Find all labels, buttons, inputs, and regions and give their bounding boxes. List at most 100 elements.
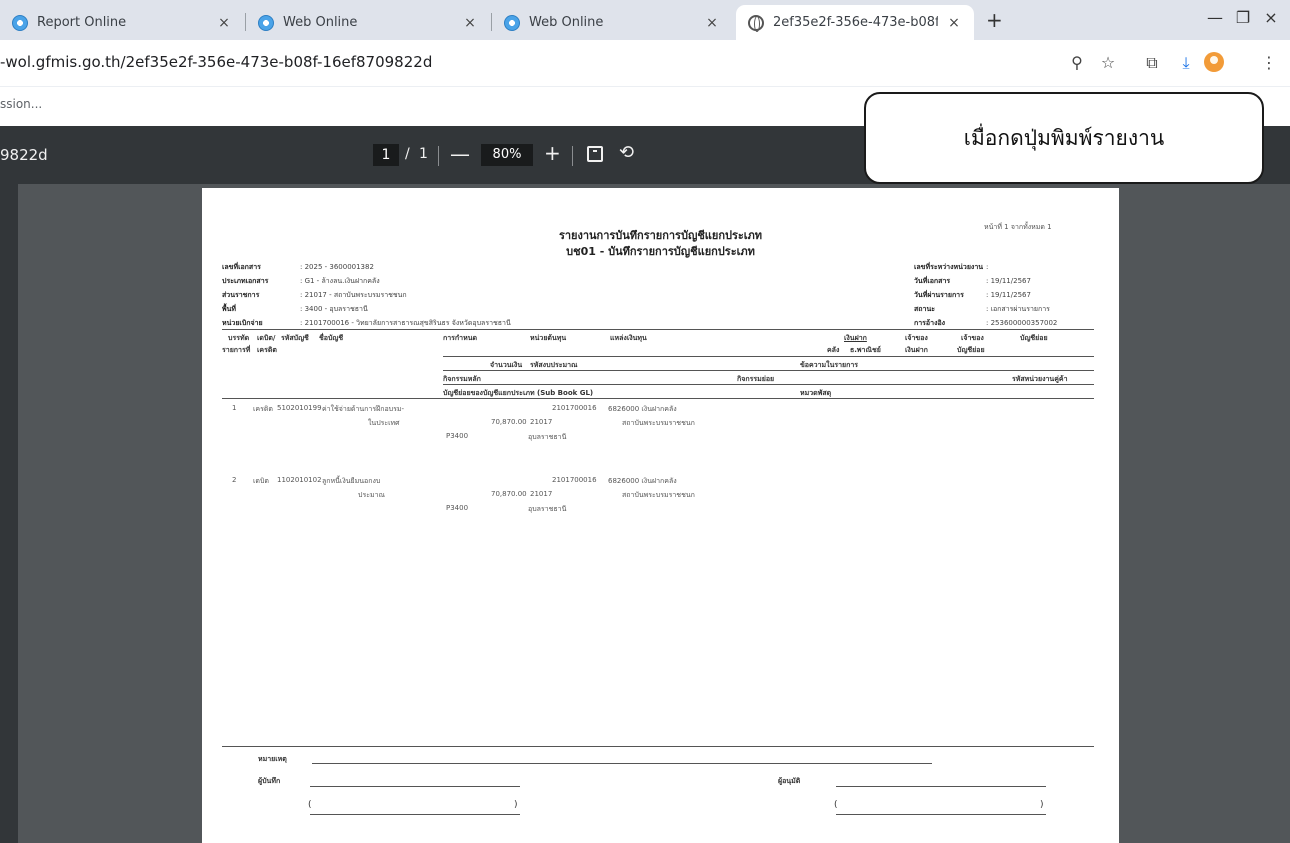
recorder-name-line bbox=[310, 814, 520, 815]
tab-report-online[interactable]: Report Online × bbox=[0, 5, 244, 40]
meta-value: : 2101700016 - วิทยาลัยการสาธารณสุขสิริน… bbox=[300, 319, 511, 327]
meta-label: ประเภทเอกสาร bbox=[222, 277, 269, 285]
row-account-code: 5102010199 bbox=[277, 404, 322, 412]
approver-name-line bbox=[836, 814, 1046, 815]
tab-close-icon[interactable]: × bbox=[462, 15, 478, 31]
bookmark-star-icon[interactable]: ☆ bbox=[1097, 53, 1119, 72]
new-tab-button[interactable]: + bbox=[986, 8, 1003, 32]
header-owner-deposit2: เงินฝาก bbox=[905, 346, 928, 354]
close-window-button[interactable]: × bbox=[1256, 8, 1286, 27]
tab-web-online-1[interactable]: Web Online × bbox=[246, 5, 490, 40]
meta-value: : 19/11/2567 bbox=[986, 291, 1031, 299]
tab-label: Web Online bbox=[283, 15, 358, 30]
callout-text: เมื่อกดปุ่มพิมพ์รายงาน bbox=[963, 126, 1165, 150]
header-dc2: เครดิต bbox=[257, 346, 277, 354]
tab-close-icon[interactable]: × bbox=[946, 15, 962, 31]
minimize-button[interactable]: — bbox=[1200, 8, 1230, 27]
header-sub-account: บัญชีย่อย bbox=[1020, 334, 1048, 342]
browser-tab-strip: Report Online × Web Online × Web Online … bbox=[0, 0, 1290, 40]
info-text: ssion... bbox=[0, 97, 43, 111]
zoom-level-input[interactable]: 80% bbox=[481, 144, 533, 166]
meta-label: วันที่ผ่านรายการ bbox=[914, 291, 964, 299]
page-total: 1 bbox=[419, 146, 428, 162]
menu-icon[interactable]: ⋮ bbox=[1258, 53, 1280, 72]
page-separator: / bbox=[405, 146, 410, 162]
tab-close-icon[interactable]: × bbox=[704, 15, 720, 31]
page-number-input[interactable]: 1 bbox=[373, 144, 399, 166]
row-area-name: อุบลราชธานี bbox=[528, 505, 567, 513]
recorder-signature-line bbox=[310, 786, 520, 787]
viewer-left-strip bbox=[0, 184, 18, 843]
remark-label: หมายเหตุ bbox=[258, 755, 287, 763]
rotate-icon[interactable]: ⟲ bbox=[619, 142, 634, 163]
meta-reference: การอ้างอิง: 253600000357002 bbox=[914, 318, 1057, 329]
header-owner-deposit: เจ้าของ bbox=[905, 334, 928, 342]
recorder-label: ผู้บันทึก bbox=[258, 777, 281, 785]
header-dc: เดบิต/ bbox=[257, 334, 276, 342]
recorder-open-paren: ( bbox=[308, 800, 312, 810]
tab-pdf-active[interactable]: 2ef35e2f-356e-473e-b08f-16ef × bbox=[736, 5, 974, 40]
row-source: 6826000 เงินฝากคลัง bbox=[608, 405, 677, 413]
header-treasury: คลัง bbox=[827, 346, 840, 354]
header-seq2: รายการที่ bbox=[222, 346, 251, 354]
profile-avatar[interactable] bbox=[1204, 52, 1224, 72]
table-top-rule bbox=[222, 329, 1094, 330]
meta-doc-no: เลขที่เอกสาร: 2025 - 3600001382 bbox=[222, 262, 374, 273]
tab-label: Web Online bbox=[529, 15, 604, 30]
meta-label: สถานะ bbox=[914, 305, 935, 313]
meta-label: เลขที่เอกสาร bbox=[222, 263, 261, 271]
row-amount: 70,870.00 bbox=[491, 418, 527, 426]
row-area: P3400 bbox=[446, 432, 469, 440]
remark-line bbox=[312, 763, 932, 764]
meta-label: พื้นที่ bbox=[222, 305, 237, 313]
meta-area: พื้นที่ : 3400 - อุบลราชธานี bbox=[222, 304, 368, 315]
meta-interagency-no: เลขที่ระหว่างหน่วยงาน: bbox=[914, 262, 988, 273]
zoom-icon[interactable]: ⚲ bbox=[1066, 53, 1088, 72]
callout-box: เมื่อกดปุ่มพิมพ์รายงาน bbox=[864, 92, 1264, 184]
row-area-name: อุบลราชธานี bbox=[528, 433, 567, 441]
row-dc: เดบิต bbox=[253, 477, 269, 485]
row-account-name2: ประมาณ bbox=[358, 491, 386, 499]
row-no: 1 bbox=[232, 404, 237, 412]
tab-close-icon[interactable]: × bbox=[216, 15, 232, 31]
meta-label: การอ้างอิง bbox=[914, 319, 946, 327]
tab-web-online-2[interactable]: Web Online × bbox=[492, 5, 732, 40]
zoom-in-button[interactable]: + bbox=[544, 141, 561, 165]
maximize-button[interactable]: ❐ bbox=[1228, 8, 1258, 27]
download-icon[interactable]: ⤓ bbox=[1175, 53, 1197, 73]
url-field[interactable]: -wol.gfmis.go.th/2ef35e2f-356e-473e-b08f… bbox=[0, 53, 432, 71]
meta-status: สถานะ: เอกสารผ่านรายการ bbox=[914, 304, 1050, 315]
header-rule bbox=[443, 370, 1094, 371]
header-deposit: เงินฝาก bbox=[844, 334, 867, 342]
web-online-icon bbox=[12, 14, 28, 31]
approver-open-paren: ( bbox=[834, 800, 838, 810]
row-account-code: 1102010102 bbox=[277, 476, 322, 484]
web-online-icon bbox=[504, 14, 520, 31]
fit-page-icon[interactable] bbox=[587, 146, 603, 162]
row-source: 6826000 เงินฝากคลัง bbox=[608, 477, 677, 485]
header-seq: บรรทัด bbox=[228, 334, 250, 342]
row-budget: 21017 bbox=[530, 490, 553, 498]
header-fund-unit: หน่วยต้นทุน bbox=[530, 334, 567, 342]
recorder-close-paren: ) bbox=[514, 800, 518, 810]
row-amount: 70,870.00 bbox=[491, 490, 527, 498]
meta-posting-date: วันที่ผ่านรายการ : 19/11/2567 bbox=[914, 290, 1031, 301]
meta-doc-date: วันที่เอกสาร: 19/11/2567 bbox=[914, 276, 1031, 287]
header-account-name: ชื่อบัญชี bbox=[319, 334, 344, 342]
meta-label: หน่วยเบิกจ่าย bbox=[222, 319, 263, 327]
zoom-out-button[interactable]: — bbox=[450, 142, 470, 166]
approver-close-paren: ) bbox=[1040, 800, 1044, 810]
header-rule bbox=[443, 356, 1094, 357]
report-subtitle: บช01 - บันทึกรายการบัญชีแยกประเภท bbox=[566, 245, 755, 258]
row-account-name: ค่าใช้จ่ายด้านการฝึกอบรม- bbox=[322, 405, 404, 413]
extensions-icon[interactable]: ⧉ bbox=[1141, 53, 1163, 73]
header-account-code: รหัสบัญชี bbox=[281, 334, 309, 342]
header-bank: ธ.พาณิชย์ bbox=[850, 346, 881, 354]
row-budget-name: สถาบันพระบรมราชชนก bbox=[622, 419, 695, 427]
web-online-icon bbox=[258, 14, 274, 31]
meta-value: : 3400 - อุบลราชธานี bbox=[300, 305, 368, 313]
header-owner-account: เจ้าของ bbox=[961, 334, 984, 342]
row-dc: เครดิต bbox=[253, 405, 273, 413]
row-budget-name: สถาบันพระบรมราชชนก bbox=[622, 491, 695, 499]
toolbar-divider bbox=[572, 146, 573, 166]
